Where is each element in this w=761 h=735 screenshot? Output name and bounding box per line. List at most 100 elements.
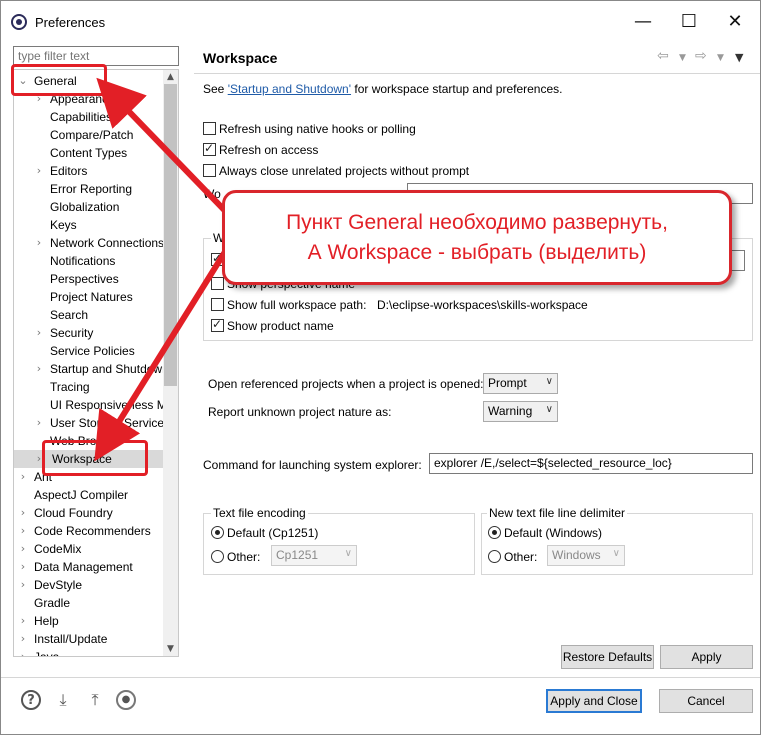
tree-item[interactable]: Gradle bbox=[14, 594, 164, 612]
open-referenced-select[interactable]: Prompt ∨ bbox=[483, 373, 558, 394]
chevron-down-icon: ∨ bbox=[545, 404, 553, 415]
collapsed-icon[interactable]: › bbox=[18, 540, 28, 558]
tree-item[interactable]: › Java bbox=[14, 648, 164, 657]
close-unrelated-checkbox[interactable] bbox=[203, 164, 216, 177]
report-nature-select[interactable]: Warning ∨ bbox=[483, 401, 558, 422]
callout-line-2: А Workspace - выбрать (выделить) bbox=[307, 241, 647, 264]
tree-item[interactable]: › Install/Update bbox=[14, 630, 164, 648]
tree-scrollbar[interactable]: ▲ ▼ bbox=[163, 70, 178, 656]
tree-item[interactable]: Search bbox=[14, 306, 164, 324]
chevron-down-icon: ∨ bbox=[545, 376, 553, 387]
collapsed-icon[interactable]: › bbox=[18, 558, 28, 576]
apply-button[interactable]: Apply bbox=[660, 645, 753, 669]
scrollbar-thumb[interactable] bbox=[164, 84, 177, 386]
tree-item[interactable]: Tracing bbox=[14, 378, 164, 396]
oomph-icon[interactable]: ● bbox=[116, 690, 136, 710]
callout-line-1: Пункт General необходимо развернуть, bbox=[286, 211, 668, 234]
show-full-path-checkbox[interactable] bbox=[211, 298, 224, 311]
show-perspective-checkbox[interactable] bbox=[211, 277, 224, 290]
tree-item[interactable]: Globalization bbox=[14, 198, 164, 216]
scroll-down-icon[interactable]: ▼ bbox=[163, 644, 178, 654]
apply-and-close-button[interactable]: Apply and Close bbox=[546, 689, 642, 713]
tree-item[interactable]: › Startup and Shutdown bbox=[14, 360, 169, 378]
collapsed-icon[interactable]: › bbox=[18, 648, 28, 656]
tree-item[interactable]: Compare/Patch bbox=[14, 126, 164, 144]
collapsed-icon[interactable]: › bbox=[18, 576, 28, 594]
page-title: Workspace bbox=[203, 50, 278, 66]
tree-item[interactable]: Project Natures bbox=[14, 288, 164, 306]
tree-item-label: Error Reporting bbox=[50, 182, 133, 196]
report-nature-label: Report unknown project nature as: bbox=[208, 405, 392, 419]
delimiter-other-radio[interactable] bbox=[488, 550, 501, 563]
command-input[interactable]: explorer /E,/select=${selected_resource_… bbox=[429, 453, 753, 474]
forward-menu-icon[interactable]: ▼ bbox=[717, 53, 724, 63]
tree-item[interactable]: Perspectives bbox=[14, 270, 164, 288]
refresh-native-label: Refresh using native hooks or polling bbox=[219, 122, 416, 136]
tree-item[interactable]: UI Responsiveness Monitoring bbox=[14, 396, 178, 414]
tree-item[interactable]: › User Storage Service bbox=[14, 414, 164, 432]
minimize-button[interactable]: — bbox=[623, 9, 663, 37]
help-icon[interactable]: ? bbox=[21, 690, 41, 710]
filter-input[interactable] bbox=[13, 46, 179, 66]
collapsed-icon[interactable]: › bbox=[18, 468, 28, 486]
general-highlight bbox=[11, 64, 107, 96]
delimiter-other-select[interactable]: Windows ∨ bbox=[547, 545, 625, 566]
view-menu-icon[interactable]: ▼ bbox=[735, 51, 743, 64]
encoding-other-select[interactable]: Cp1251 ∨ bbox=[271, 545, 357, 566]
startup-shutdown-link[interactable]: 'Startup and Shutdown' bbox=[228, 82, 351, 96]
show-product-checkbox[interactable] bbox=[211, 317, 224, 332]
tree-item[interactable]: › Code Recommenders bbox=[14, 522, 164, 540]
collapsed-icon[interactable]: › bbox=[34, 234, 44, 252]
delimiter-default-radio[interactable] bbox=[488, 526, 501, 539]
chevron-down-icon: ∨ bbox=[344, 548, 352, 559]
collapsed-icon[interactable]: › bbox=[34, 162, 44, 180]
tree-item[interactable]: Content Types bbox=[14, 144, 164, 162]
forward-icon[interactable]: ⇨ bbox=[695, 48, 707, 64]
encoding-default-radio[interactable] bbox=[211, 526, 224, 539]
tree-item[interactable]: › Help bbox=[14, 612, 164, 630]
tree-item[interactable]: › CodeMix bbox=[14, 540, 164, 558]
tree-item[interactable]: Capabilities bbox=[14, 108, 164, 126]
export-icon[interactable]: ⤒ bbox=[85, 690, 105, 710]
tree-item[interactable]: › Data Management bbox=[14, 558, 164, 576]
tree-item-label: User Storage Service bbox=[50, 416, 165, 430]
collapsed-icon[interactable]: › bbox=[18, 504, 28, 522]
open-referenced-label: Open referenced projects when a project … bbox=[208, 377, 484, 391]
workspace-highlight bbox=[42, 440, 148, 476]
preferences-dialog: Preferences — ☐ ✕ › Java › Install/Update › H… bbox=[0, 0, 761, 735]
collapsed-icon[interactable]: › bbox=[34, 324, 44, 342]
tree-item-label: Java bbox=[34, 650, 60, 657]
refresh-native-checkbox[interactable] bbox=[203, 122, 216, 135]
tree-item[interactable]: AspectJ Compiler bbox=[14, 486, 164, 504]
collapsed-icon[interactable]: › bbox=[34, 414, 44, 432]
tree-item[interactable]: › DevStyle bbox=[14, 576, 164, 594]
close-button[interactable]: ✕ bbox=[715, 9, 755, 37]
tree-item[interactable]: Notifications bbox=[14, 252, 164, 270]
tree-item[interactable]: Service Policies bbox=[14, 342, 164, 360]
tree-item[interactable]: › Cloud Foundry bbox=[14, 504, 164, 522]
encoding-other-radio[interactable] bbox=[211, 550, 224, 563]
tree-item[interactable]: › Security bbox=[14, 324, 164, 342]
window-title: Preferences bbox=[35, 15, 106, 30]
back-menu-icon[interactable]: ▼ bbox=[679, 53, 686, 63]
collapsed-icon[interactable]: › bbox=[34, 360, 44, 378]
tree-item[interactable]: › Editors bbox=[14, 162, 164, 180]
tree-item[interactable]: › Network Connections bbox=[14, 234, 164, 252]
refresh-access-checkbox[interactable] bbox=[203, 141, 216, 156]
close-unrelated-label: Always close unrelated projects without … bbox=[219, 164, 470, 178]
import-icon[interactable]: ⤓ bbox=[53, 690, 73, 710]
delimiter-other-label: Other: bbox=[504, 550, 538, 564]
tree-item-label: Code Recommenders bbox=[34, 524, 151, 538]
collapsed-icon[interactable]: › bbox=[18, 630, 28, 648]
restore-defaults-button[interactable]: Restore Defaults bbox=[561, 645, 654, 669]
collapsed-icon[interactable]: › bbox=[18, 522, 28, 540]
collapsed-icon[interactable]: › bbox=[18, 612, 28, 630]
cancel-button[interactable]: Cancel bbox=[659, 689, 753, 713]
refresh-access-label: Refresh on access bbox=[219, 143, 319, 157]
tree-item[interactable]: Keys bbox=[14, 216, 164, 234]
report-nature-value: Warning bbox=[488, 404, 533, 418]
scroll-up-icon[interactable]: ▲ bbox=[163, 72, 178, 82]
tree-item[interactable]: Error Reporting bbox=[14, 180, 164, 198]
back-icon[interactable]: ⇦ bbox=[657, 48, 669, 64]
maximize-button[interactable]: ☐ bbox=[669, 9, 709, 37]
